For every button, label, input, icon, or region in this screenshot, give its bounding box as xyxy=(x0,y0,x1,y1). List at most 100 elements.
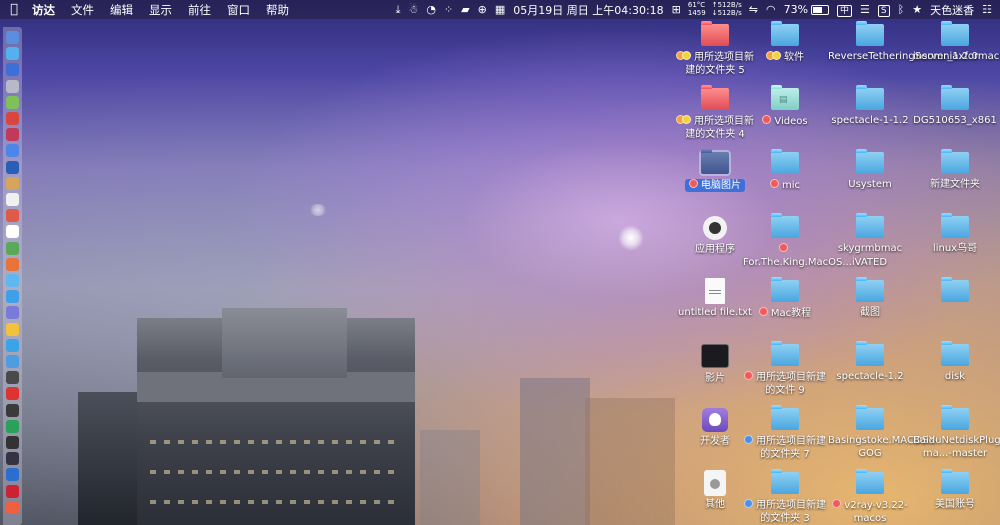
menu-help[interactable]: 帮助 xyxy=(258,2,297,18)
desktop-item[interactable]: BaiduNetdiskPlugin-ma...-master xyxy=(913,408,1000,460)
desktop-item[interactable]: ▤ Videos xyxy=(743,88,827,129)
speed-icon[interactable]: ◔ xyxy=(422,3,440,16)
dock xyxy=(3,27,22,525)
desktop-item[interactable]: spectacle-1.2 xyxy=(828,344,912,384)
dock-app-icon[interactable] xyxy=(6,257,19,271)
notification-center-icon[interactable]: ☷ xyxy=(978,3,996,16)
dock-app-icon[interactable] xyxy=(6,290,19,304)
desktop-item[interactable]: Mac教程 xyxy=(743,280,827,321)
dock-app-icon[interactable] xyxy=(6,387,19,401)
desktop-item[interactable]: linux鸟哥 xyxy=(913,216,997,256)
folder-icon xyxy=(701,24,729,46)
desktop-item[interactable]: 截图 xyxy=(828,280,912,320)
globe-icon[interactable]: ⊕ xyxy=(474,3,491,16)
desktop-item[interactable]: spectacle-1-1.2 xyxy=(828,88,912,128)
user-name[interactable]: 天色迷香 xyxy=(926,2,978,18)
menu-go[interactable]: 前往 xyxy=(180,2,219,18)
dock-app-icon[interactable] xyxy=(6,31,19,44)
dock-app-icon[interactable] xyxy=(6,128,19,142)
desktop-item[interactable]: insomniaxformacHHB_jb51 xyxy=(913,24,1000,64)
desktop-item[interactable]: 用所选项目新建的文件夹 7 xyxy=(743,408,827,461)
dock-app-icon[interactable] xyxy=(6,452,19,466)
dock-app-icon[interactable] xyxy=(6,322,19,336)
dock-app-icon[interactable] xyxy=(6,403,19,417)
dock-app-icon[interactable] xyxy=(6,160,19,174)
grid-icon[interactable]: ⊞ xyxy=(668,3,685,16)
battery-icon xyxy=(811,5,830,15)
dock-app-icon[interactable] xyxy=(6,484,19,498)
star-icon[interactable]: ★ xyxy=(908,3,926,16)
dock-app-icon[interactable] xyxy=(6,209,19,223)
dock-app-icon[interactable] xyxy=(6,468,19,482)
desktop-item[interactable]: 软件 xyxy=(743,24,827,65)
battery-status[interactable]: 73% xyxy=(780,3,833,16)
qq-icon[interactable]: ☃ xyxy=(404,3,422,16)
lines-icon[interactable]: ☰ xyxy=(856,3,874,16)
desktop-item-label: 用所选项目新建的文件 9 xyxy=(743,371,827,397)
notification-icon[interactable]: ▰ xyxy=(457,3,473,16)
desktop-item[interactable]: 用所选项目新建的文件 9 xyxy=(743,344,827,397)
dock-app-icon[interactable] xyxy=(6,500,19,514)
desktop-item-name: Videos xyxy=(774,116,808,127)
folder-icon xyxy=(856,216,884,238)
bluetooth-icon[interactable]: ᛒ xyxy=(894,3,909,16)
dock-app-icon[interactable] xyxy=(6,112,19,125)
dock-app-icon[interactable] xyxy=(6,47,19,61)
desktop-item-label-text: disk xyxy=(945,371,965,382)
desktop-item-name: 用所选项目新建的文件夹 7 xyxy=(756,436,826,460)
menu-app-name[interactable]: 访达 xyxy=(28,2,63,18)
desktop-item-label-text: spectacle-1-1.2 xyxy=(831,115,908,126)
desktop-item-label: spectacle-1-1.2 xyxy=(828,115,912,128)
desktop-item-label: DG510653_x861 xyxy=(913,115,997,128)
wallpaper-window-row xyxy=(150,500,400,504)
menu-toggle-icon[interactable]: ⇋ xyxy=(745,3,762,16)
dock-app-icon[interactable] xyxy=(6,338,19,352)
menu-file[interactable]: 文件 xyxy=(63,2,102,18)
folder-icon xyxy=(856,344,884,366)
download-icon[interactable]: ⤓ xyxy=(392,3,405,17)
desktop-item[interactable]: mic xyxy=(743,152,827,193)
menu-window[interactable]: 窗口 xyxy=(219,2,258,18)
network-speed[interactable]: ↑512B/s ↓512B/s xyxy=(709,1,745,17)
dock-app-icon[interactable] xyxy=(6,95,19,109)
dock-app-icon[interactable] xyxy=(6,241,19,255)
desktop-item-label-text: mic xyxy=(769,179,800,191)
dock-app-icon[interactable] xyxy=(6,306,19,320)
dock-app-icon[interactable] xyxy=(6,193,19,206)
menu-edit[interactable]: 编辑 xyxy=(102,2,141,18)
input-method[interactable]: 中 xyxy=(837,4,853,17)
temp-monitor[interactable]: 61°C 1459 xyxy=(685,1,709,17)
wallpaper-building-far xyxy=(420,430,480,525)
desktop-item[interactable]: v2ray-v3.22-macos xyxy=(828,472,912,525)
folder-icon xyxy=(941,344,969,366)
dock-app-icon[interactable] xyxy=(6,355,19,368)
desktop-item[interactable] xyxy=(913,280,997,307)
desktop-item[interactable]: disk xyxy=(913,344,997,384)
dock-app-icon[interactable] xyxy=(6,79,19,93)
dots-icon[interactable]: ⁘ xyxy=(440,3,457,16)
desktop-item[interactable]: For.The.King.MacOS...iVATED xyxy=(743,216,887,269)
dock-app-icon[interactable] xyxy=(6,144,19,158)
dock-app-icon[interactable] xyxy=(6,436,19,449)
desktop-item[interactable]: 美国账号 xyxy=(913,472,997,512)
desktop-item-label-text: linux鸟哥 xyxy=(933,243,977,254)
dock-app-icon[interactable] xyxy=(6,371,19,385)
dock-app-icon[interactable] xyxy=(6,274,19,287)
apple-menu-icon[interactable]:  xyxy=(0,2,28,17)
calendar-icon[interactable]: ▦ xyxy=(491,3,509,16)
wifi-icon[interactable]: ◠ xyxy=(762,3,780,16)
desktop-item[interactable]: DG510653_x861 xyxy=(913,88,997,128)
desktop-item[interactable]: Basingstoke.MACOSX-GOG xyxy=(828,408,938,460)
dock-app-icon[interactable] xyxy=(6,419,19,433)
desktop-item[interactable]: Usystem xyxy=(828,152,912,192)
clock-datetime[interactable]: 05月19日 周日 上午04:30:18 xyxy=(509,2,667,18)
menu-view[interactable]: 显示 xyxy=(141,2,180,18)
dock-app-icon[interactable] xyxy=(6,225,19,239)
dock-app-icon[interactable] xyxy=(6,176,19,190)
desktop-item[interactable]: 用所选项目新建的文件夹 3 xyxy=(743,472,827,525)
dock-app-icon[interactable] xyxy=(6,63,19,77)
s-app-badge[interactable]: S xyxy=(877,4,890,17)
desktop-item[interactable]: ReverseTetheringServer_1.2.0 xyxy=(828,24,978,64)
desktop-item[interactable]: skygrmbmac xyxy=(828,216,912,256)
desktop-item[interactable]: 新建文件夹 xyxy=(913,152,997,192)
